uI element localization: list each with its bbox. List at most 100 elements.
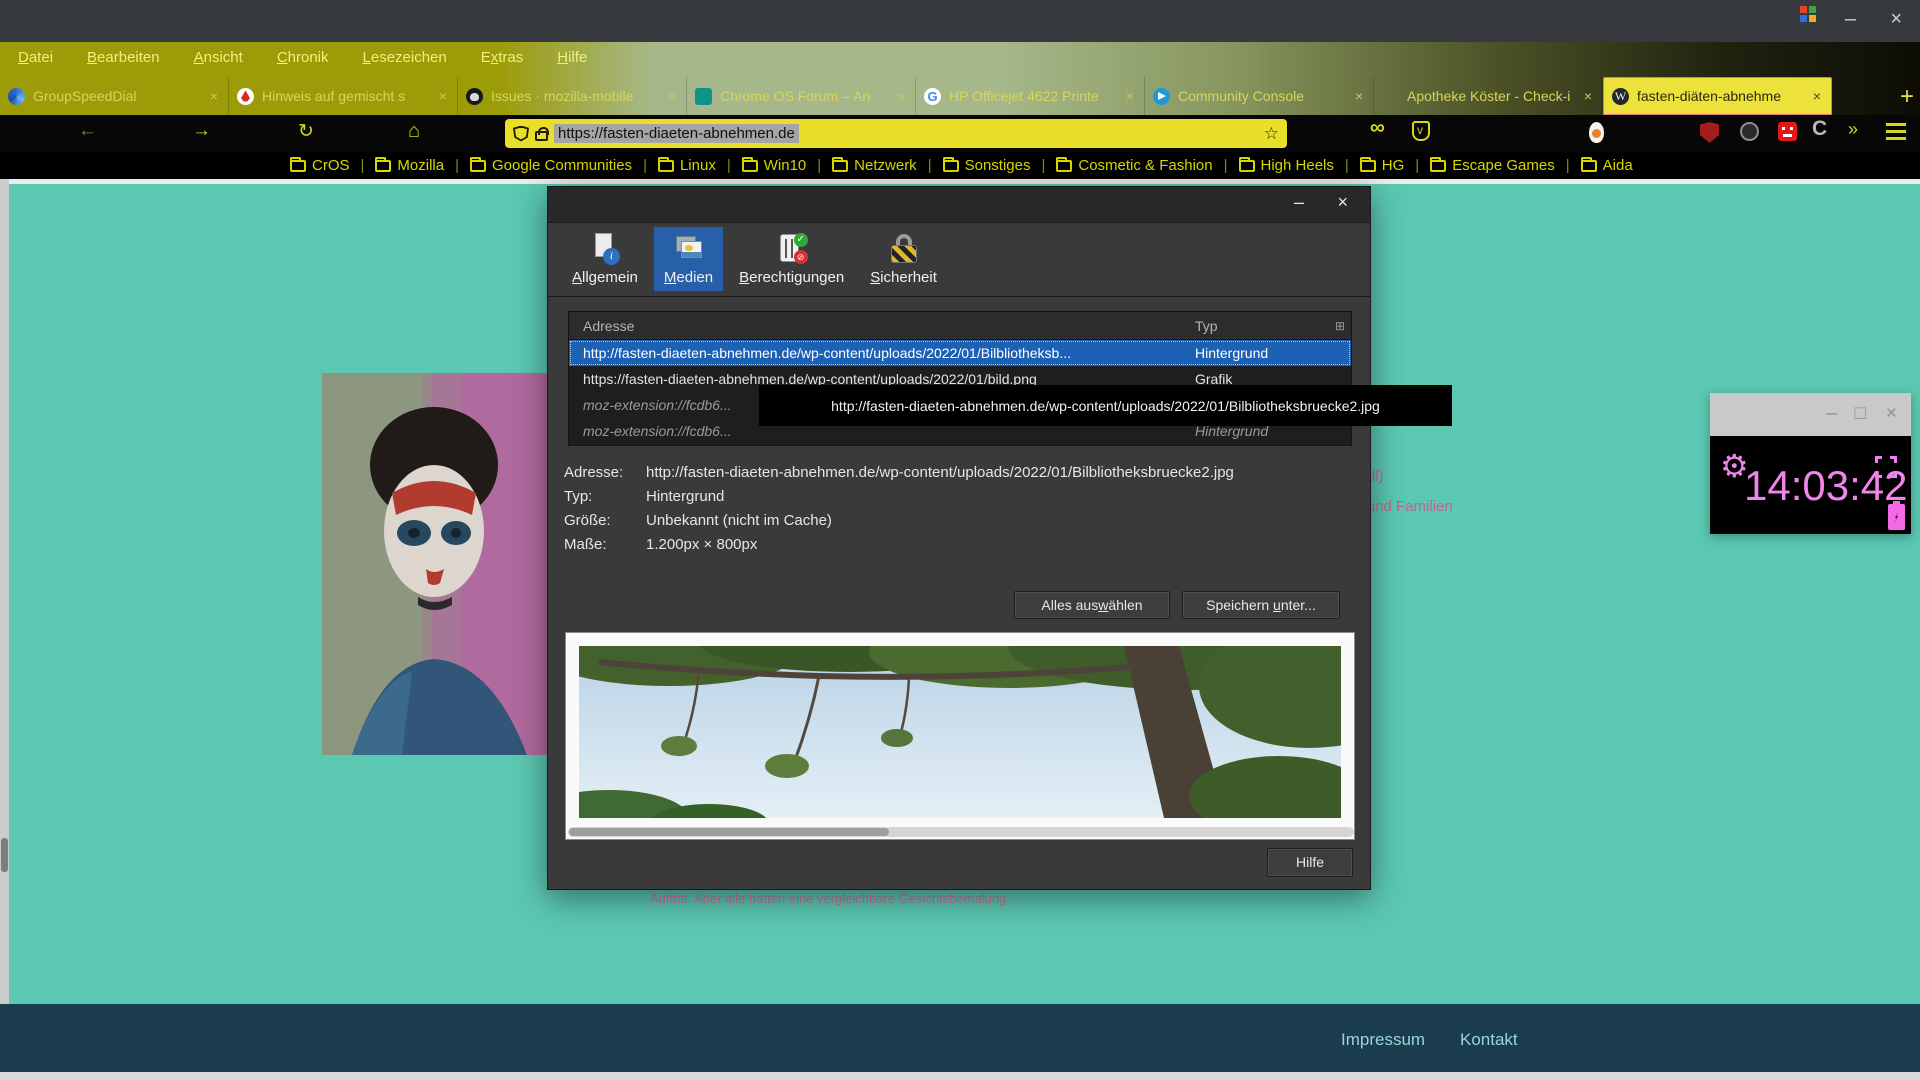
clock-titlebar[interactable]: – □ × [1710,393,1911,436]
egg-extension-icon[interactable] [1589,122,1604,143]
browser-tab[interactable]: GroupSpeedDial× [0,77,229,115]
menu-item-extras[interactable]: Extras [481,49,524,66]
tab-title: Apotheke Köster - Check-i [1407,88,1574,104]
new-tab-button[interactable]: + [1900,87,1914,107]
clock-maximize-icon[interactable]: □ [1855,403,1866,425]
bookmark-separator: | [1415,157,1419,174]
overflow-chevron-icon[interactable]: » [1848,119,1856,140]
red-face-extension-icon[interactable] [1778,122,1797,141]
tab-close-icon[interactable]: × [1353,88,1365,104]
grid-bookmark-icon[interactable] [1800,6,1816,22]
swirl-extension-icon[interactable] [1740,122,1759,141]
browser-tab[interactable]: Apotheke Köster - Check-i × [1374,77,1603,115]
column-picker-icon[interactable]: ⊞ [1335,319,1345,333]
tab-close-icon[interactable]: × [1811,88,1823,104]
dialog-titlebar[interactable]: – × [548,187,1370,223]
clearurls-icon[interactable]: C [1812,117,1827,141]
bookmark-folder-high-heels[interactable]: High Heels [1239,157,1334,174]
folder-icon [1360,160,1376,172]
bookmark-folder-aida[interactable]: Aida [1581,157,1633,174]
bookmark-folder-mozilla[interactable]: Mozilla [375,157,444,174]
menu-item-ansicht[interactable]: Ansicht [194,49,243,66]
bookmark-folder-win10[interactable]: Win10 [742,157,807,174]
bookmark-folder-google-communities[interactable]: Google Communities [470,157,632,174]
menu-item-lesezeichen[interactable]: Lesezeichen [363,49,447,66]
bookmark-folder-sonstiges[interactable]: Sonstiges [943,157,1031,174]
select-all-button[interactable]: Alles auswählen [1014,591,1170,619]
home-icon[interactable]: ⌂ [408,120,420,143]
kontakt-link[interactable]: Kontakt [1460,1030,1518,1050]
menu-item-chronik[interactable]: Chronik [277,49,329,66]
browser-tab[interactable]: Hinweis auf gemischt s× [229,77,458,115]
bookmarks-bar: CrOS|Mozilla|Google Communities|Linux|Wi… [0,152,1920,179]
reload-icon[interactable]: ↻ [298,120,314,143]
bookmark-star-icon[interactable]: ☆ [1264,124,1279,144]
impressum-link[interactable]: Impressum [1341,1030,1425,1050]
tab-close-icon[interactable]: × [437,88,449,104]
media-table-header[interactable]: Adresse Typ ⊞ [569,312,1351,340]
scrollbar-thumb[interactable] [1,838,8,872]
window-minimize-icon[interactable]: – [1845,8,1856,31]
bookmark-folder-hg[interactable]: HG [1360,157,1405,174]
bookmark-folder-cosmetic-fashion[interactable]: Cosmetic & Fashion [1056,157,1212,174]
column-header-adresse[interactable]: Adresse [569,318,1195,334]
tab-close-icon[interactable]: × [895,88,907,104]
tab-close-icon[interactable]: × [1124,88,1136,104]
lock-icon[interactable] [535,131,548,141]
bookmark-separator: | [928,157,932,174]
bookmark-separator: | [455,157,459,174]
browser-tab[interactable]: Wfasten-diäten-abnehme× [1603,77,1832,115]
media-table-row[interactable]: http://fasten-diaeten-abnehmen.de/wp-con… [569,340,1351,366]
dialog-tab-medien[interactable]: Medien [654,227,723,291]
window-close-icon[interactable]: × [1890,8,1902,31]
ublock-icon[interactable] [1700,122,1719,143]
screen: – × Datei Bearbeiten Ansicht Chronik Lesezei… [0,0,1920,1080]
dialog-minimize-icon[interactable]: – [1294,192,1304,213]
tab-close-icon[interactable]: × [1582,88,1594,104]
clock-body: ⚙ 14:03:42 [1710,436,1911,534]
detail-label: Maße: [564,533,646,557]
forward-icon[interactable]: → [192,120,211,142]
tab-close-icon[interactable]: × [666,88,678,104]
tab-title: fasten-diäten-abnehme [1637,88,1803,104]
menu-item-datei[interactable]: Datei [18,49,53,66]
forum-icon [695,88,712,105]
url-text[interactable]: https://fasten-diaeten-abnehmen.de [554,124,799,143]
dialog-tab-sicherheit[interactable]: Sicherheit [860,227,947,291]
bookmark-folder-linux[interactable]: Linux [658,157,716,174]
shield-check-extension-icon[interactable] [1412,121,1430,141]
browser-tab[interactable]: Chrome OS Forum – An× [687,77,916,115]
folder-icon [470,160,486,172]
infinity-extension-icon[interactable]: ∞ [1370,116,1385,140]
save-as-button[interactable]: Speichern unter... [1182,591,1340,619]
bookmark-label: High Heels [1261,157,1334,174]
dialog-tab-allgemein[interactable]: iAllgemein [562,227,648,291]
clock-close-icon[interactable]: × [1886,403,1897,425]
folder-icon [290,160,306,172]
bookmark-folder-escape-games[interactable]: Escape Games [1430,157,1555,174]
detail-row: Größe:Unbekannt (nicht im Cache) [564,509,1234,533]
left-scrollbar[interactable] [0,179,9,1080]
clock-minimize-icon[interactable]: – [1826,403,1837,425]
menu-item-hilfe[interactable]: Hilfe [557,49,587,66]
help-button[interactable]: Hilfe [1267,848,1353,877]
browser-tab[interactable]: GHP Officejet 4622 Printe× [916,77,1145,115]
browser-tab[interactable]: Community Console× [1145,77,1374,115]
tracking-shield-icon[interactable] [513,126,529,142]
preview-horizontal-scrollbar[interactable] [568,827,1354,837]
detail-value: http://fasten-diaeten-abnehmen.de/wp-con… [646,461,1234,485]
browser-tab[interactable]: Issues · mozilla-mobile× [458,77,687,115]
menu-item-bearbeiten[interactable]: Bearbeiten [87,49,160,66]
menu-hamburger-icon[interactable] [1886,123,1906,126]
tab-close-icon[interactable]: × [208,88,220,104]
column-header-typ[interactable]: Typ [1195,318,1335,334]
folder-icon [1056,160,1072,172]
page-top-strip [0,179,1920,184]
bookmark-folder-netzwerk[interactable]: Netzwerk [832,157,917,174]
bookmark-folder-cros[interactable]: CrOS [290,157,350,174]
preview-scrollbar-thumb[interactable] [569,828,889,836]
dialog-close-icon[interactable]: × [1337,192,1348,213]
url-bar[interactable]: https://fasten-diaeten-abnehmen.de ☆ [505,119,1287,148]
back-icon[interactable]: ← [78,120,97,142]
dialog-tab-berechtigungen[interactable]: ✓⊘Berechtigungen [729,227,854,291]
